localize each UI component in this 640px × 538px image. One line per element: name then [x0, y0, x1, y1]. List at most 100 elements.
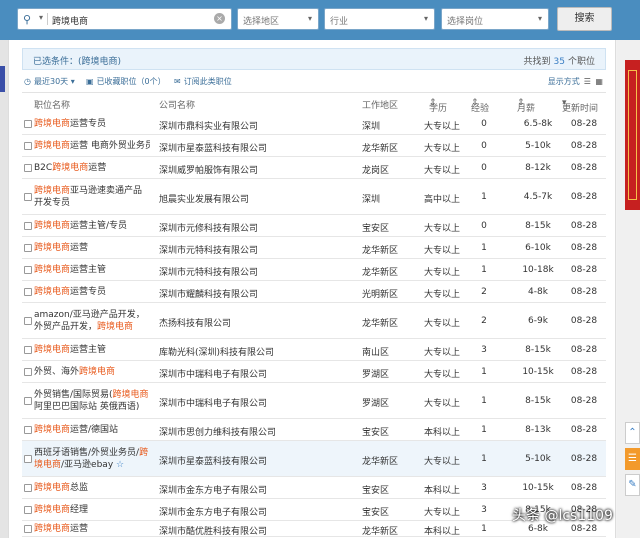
job-title-link[interactable]: 外贸、海外跨境电商 [34, 366, 150, 378]
search-input[interactable]: 跨境电商 [52, 14, 88, 27]
table-row[interactable]: 跨境电商运营 深圳市元特科技有限公司 龙华新区 大专以上 1 6-10k 08-28 [22, 237, 606, 259]
job-title-link[interactable]: 跨境电商运营 [34, 242, 150, 254]
display-mode[interactable]: 显示方式 ☰ ▦ [548, 76, 604, 87]
company-name[interactable]: 库勒光科(深圳)科技有限公司 [159, 345, 274, 358]
industry-select[interactable]: 行业 ▾ [324, 8, 435, 30]
divider [22, 92, 606, 93]
table-row[interactable]: B2C跨境电商运营 深圳威罗帕服饰有限公司 龙岗区 大专以上 0 8-12k 08-28 [22, 157, 606, 179]
job-title-link[interactable]: 跨境电商运营主管 [34, 344, 150, 356]
col-salary[interactable]: 月薪 ⇕ [517, 98, 535, 114]
row-checkbox[interactable] [24, 426, 32, 434]
table-row[interactable]: 跨境电商运营/德国站 深圳市思创力维科技有限公司 宝安区 本科以上 1 8-13k 08-2… [22, 419, 606, 441]
table-row[interactable]: 跨境电商运营专员 深圳市耀麟科技有限公司 光明新区 大专以上 2 4-8k 08-28 [22, 281, 606, 303]
table-row[interactable]: 外贸销售/国际贸易(跨境电商 阿里巴巴国际站 英俄西语) 深圳市中瑞科电子有限公司… [22, 383, 606, 419]
job-title-suffix: 运营 [88, 163, 107, 173]
table-row[interactable]: 跨境电商总监 深圳市金东方电子有限公司 宝安区 本科以上 3 10-15k 08-28 [22, 477, 606, 499]
star-icon[interactable]: ☆ [116, 460, 124, 470]
row-checkbox[interactable] [24, 288, 32, 296]
job-title-link[interactable]: 外贸销售/国际贸易(跨境电商 阿里巴巴国际站 英俄西语) [34, 389, 150, 413]
work-area: 龙华新区 [362, 268, 399, 278]
company-name[interactable]: 深圳市金东方电子有限公司 [159, 483, 267, 496]
work-area: 龙华新区 [362, 319, 399, 329]
company-name[interactable]: 深圳市鼎科实业有限公司 [159, 119, 258, 132]
row-checkbox[interactable] [24, 193, 32, 201]
row-checkbox[interactable] [24, 506, 32, 514]
row-checkbox[interactable] [24, 397, 32, 405]
table-row[interactable]: 西班牙语销售/外贸业务员/跨境电商/亚马逊ebay ☆ 深圳市星泰蓝科技有限公司 龙… [22, 441, 606, 477]
row-checkbox[interactable] [24, 266, 32, 274]
job-title-link[interactable]: 跨境电商运营/德国站 [34, 424, 150, 436]
position-select[interactable]: 选择岗位 ▾ [441, 8, 549, 30]
table-row[interactable]: 跨境电商运营主管 库勒光科(深圳)科技有限公司 南山区 大专以上 3 8-15k 08-28 [22, 339, 606, 361]
row-checkbox[interactable] [24, 120, 32, 128]
row-checkbox[interactable] [24, 164, 32, 172]
company-name[interactable]: 深圳威罗帕服饰有限公司 [159, 163, 258, 176]
company-name[interactable]: 深圳市星泰蓝科技有限公司 [159, 454, 267, 467]
table-row[interactable]: 跨境电商运营 电商外贸业务员 深圳市星泰蓝科技有限公司 龙华新区 大专以上 0 5-10k… [22, 135, 606, 157]
salary: 5-10k [525, 454, 551, 464]
table-row[interactable]: 跨境电商运营主管/专员 深圳市元修科技有限公司 宝安区 大专以上 0 8-15k 08-28 [22, 215, 606, 237]
update-date: 08-28 [570, 425, 598, 435]
job-title-link[interactable]: 跨境电商运营专员 [34, 118, 150, 130]
row-checkbox[interactable] [24, 142, 32, 150]
row-checkbox[interactable] [24, 244, 32, 252]
company-name[interactable]: 深圳市元特科技有限公司 [159, 243, 258, 256]
table-row[interactable]: 跨境电商运营专员 深圳市鼎科实业有限公司 深圳 大专以上 0 6.5-8k 08-28 [22, 113, 606, 135]
row-checkbox[interactable] [24, 346, 32, 354]
update-date: 08-28 [570, 345, 598, 355]
keyword-highlight: 跨境电商 [52, 163, 89, 173]
company-name[interactable]: 深圳市中瑞科电子有限公司 [159, 396, 267, 409]
job-title-link[interactable]: 跨境电商运营主管/专员 [34, 220, 150, 232]
chevron-down-icon[interactable]: ▾ [39, 13, 43, 22]
company-name[interactable]: 深圳市思创力维科技有限公司 [159, 425, 276, 438]
row-checkbox[interactable] [24, 525, 32, 533]
subscribe-link[interactable]: ✉ 订阅此类职位 [174, 76, 232, 87]
experience: 1 [481, 265, 487, 275]
company-name[interactable]: 旭晨实业发展有限公司 [159, 192, 249, 205]
job-title-link[interactable]: amazon/亚马逊产品开发，外贸产品开发，跨境电商 [34, 309, 150, 333]
job-title-link[interactable]: 跨境电商运营 [34, 523, 150, 535]
company-name[interactable]: 深圳市中瑞科电子有限公司 [159, 367, 267, 380]
company-name[interactable]: 深圳市元特科技有限公司 [159, 265, 258, 278]
job-title-link[interactable]: 跨境电商总监 [34, 482, 150, 494]
row-checkbox[interactable] [24, 484, 32, 492]
company-name[interactable]: 深圳市耀麟科技有限公司 [159, 287, 258, 300]
list-view-icon[interactable]: ☰ ▦ [584, 77, 604, 86]
clear-icon[interactable]: × [214, 13, 225, 24]
edit-icon[interactable]: ✎ [625, 474, 640, 496]
saved-jobs-link[interactable]: ▣ 已收藏职位（0个） [86, 76, 166, 87]
row-checkbox[interactable] [24, 222, 32, 230]
table-row[interactable]: amazon/亚马逊产品开发，外贸产品开发，跨境电商 杰扬科技有限公司 龙华新区 大专… [22, 303, 606, 339]
job-title-link[interactable]: 西班牙语销售/外贸业务员/跨境电商/亚马逊ebay ☆ [34, 447, 150, 471]
watermark: 头条 @lcs1109 [512, 508, 613, 524]
region-select[interactable]: 选择地区 ▾ [237, 8, 319, 30]
company-name[interactable]: 深圳市金东方电子有限公司 [159, 505, 267, 518]
col-exp[interactable]: 经验 ⇕ [471, 98, 489, 114]
row-checkbox[interactable] [24, 368, 32, 376]
job-title-link[interactable]: 跨境电商亚马逊速卖通产品开发专员 [34, 185, 150, 209]
company-name[interactable]: 深圳市星泰蓝科技有限公司 [159, 141, 267, 154]
company-name[interactable]: 深圳市元修科技有限公司 [159, 221, 258, 234]
search-button[interactable]: 搜索 [557, 7, 612, 31]
update-date: 08-28 [570, 119, 598, 129]
job-title-link[interactable]: 跨境电商运营专员 [34, 286, 150, 298]
job-title-link[interactable]: B2C跨境电商运营 [34, 162, 150, 174]
job-title-link[interactable]: 跨境电商运营 电商外贸业务员 [34, 140, 150, 152]
salary: 8-13k [525, 425, 551, 435]
table-row[interactable]: 跨境电商亚马逊速卖通产品开发专员 旭晨实业发展有限公司 深圳 高中以上 1 4.5-7k 0… [22, 179, 606, 215]
keyword-search-box[interactable]: ⚲ ▾ 跨境电商 × [17, 8, 232, 30]
job-title-link[interactable]: 跨境电商运营主管 [34, 264, 150, 276]
table-row[interactable]: 跨境电商运营主管 深圳市元特科技有限公司 龙华新区 大专以上 1 10-18k 08-28 [22, 259, 606, 281]
table-row[interactable]: 外贸、海外跨境电商 深圳市中瑞科电子有限公司 罗湖区 大专以上 1 10-15k 08-28 [22, 361, 606, 383]
company-name[interactable]: 杰扬科技有限公司 [159, 316, 231, 329]
job-title-link[interactable]: 跨境电商经理 [34, 504, 150, 516]
recent-filter[interactable]: ◷ 最近30天 ▾ [24, 76, 75, 87]
chevron-up-icon[interactable]: ⌃ [625, 422, 640, 444]
chevron-down-icon: ▾ [307, 14, 312, 23]
col-edu[interactable]: 学历 ⇕ [429, 98, 447, 114]
row-checkbox[interactable] [24, 317, 32, 325]
row-checkbox[interactable] [24, 455, 32, 463]
feedback-icon[interactable]: ☰ [625, 448, 640, 470]
company-name[interactable]: 深圳市酷优胜科技有限公司 [159, 524, 267, 537]
col-date[interactable]: 更新时间 ▾ [562, 98, 598, 114]
